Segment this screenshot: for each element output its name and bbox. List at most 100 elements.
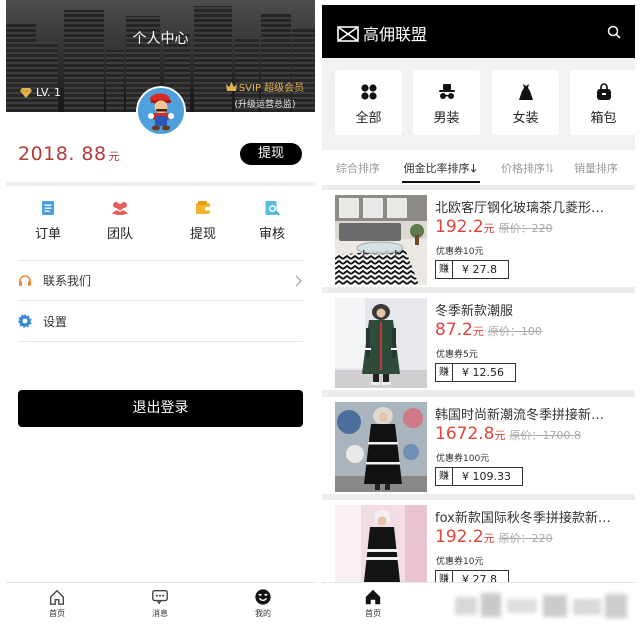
product-card[interactable]: fox新款国际秋冬季拼接款新… 192.2 元 原价：220 优惠券10元 赚 … bbox=[322, 500, 635, 582]
logout-button[interactable]: 退出登录 bbox=[18, 390, 303, 427]
vip-badge[interactable]: SVIP 超级会员 (升级运营总监) bbox=[223, 79, 307, 110]
active-tab-indicator bbox=[402, 181, 480, 183]
divider bbox=[18, 341, 303, 342]
product-card[interactable]: 北欧客厅钢化玻璃茶几菱形… 192.2 元 原价：220 优惠券10元 赚 ¥ … bbox=[322, 190, 635, 287]
balance-unit: 元 bbox=[108, 150, 120, 163]
tab-home[interactable]: 首页 bbox=[27, 588, 87, 619]
price-value: 192.2 bbox=[435, 527, 484, 547]
commission-badge: 赚 ¥ 109.33 bbox=[435, 467, 523, 486]
price-value: 87.2 bbox=[435, 320, 473, 340]
wallet-icon bbox=[196, 201, 210, 214]
commission-label: 赚 bbox=[436, 571, 453, 582]
skyline-building bbox=[64, 10, 104, 112]
commission-amount: ¥ 27.8 bbox=[462, 573, 497, 582]
product-image bbox=[335, 402, 427, 492]
menu-item-settings[interactable]: 设置 bbox=[18, 301, 303, 341]
category-womenswear[interactable]: 女装 bbox=[492, 70, 559, 135]
product-list: 北欧客厅钢化玻璃茶几菱形… 192.2 元 原价：220 优惠券10元 赚 ¥ … bbox=[322, 185, 635, 582]
tab-profile[interactable]: 我的 bbox=[233, 588, 293, 619]
shortcut-label: 审核 bbox=[258, 227, 285, 242]
app-title: 高佣联盟 bbox=[363, 25, 428, 44]
product-image bbox=[335, 298, 427, 388]
commission-badge: 赚 ¥ 27.8 bbox=[435, 260, 509, 279]
price-unit: 元 bbox=[483, 532, 495, 545]
sort-tab-label: 综合排序 bbox=[336, 162, 380, 175]
avatar[interactable] bbox=[136, 86, 186, 136]
product-title: 冬季新款潮服 bbox=[435, 304, 514, 319]
vip-title: SVIP 超级会员 bbox=[238, 83, 305, 94]
diamond-icon bbox=[20, 87, 32, 98]
menu-item-label: 联系我们 bbox=[43, 274, 92, 288]
product-price: 1672.8 元 原价：1700.8 bbox=[435, 424, 581, 444]
product-card[interactable]: 冬季新款潮服 87.2 元 原价：100 优惠券5元 赚 ¥ 12.56 bbox=[322, 293, 635, 390]
product-card[interactable]: 韩国时尚新潮流冬季拼接新… 1672.8 元 原价：1700.8 优惠券100元… bbox=[322, 397, 635, 494]
tab-home[interactable]: 首页 bbox=[343, 588, 403, 619]
profile-screen: 个人中心 LV. 1 SVIP 超级会员 (升级运营总监) 2018. 88 元… bbox=[6, 0, 315, 629]
product-price: 192.2 元 原价：220 bbox=[435, 527, 553, 547]
vip-upgrade-hint: (升级运营总监) bbox=[234, 100, 296, 110]
sort-tab-price[interactable]: 价格排序 bbox=[501, 160, 553, 176]
vip-title-row: SVIP 超级会员 bbox=[223, 79, 307, 94]
review-icon bbox=[265, 201, 280, 216]
shortcut-orders[interactable]: 订单 bbox=[18, 200, 78, 244]
price-value: 192.2 bbox=[435, 217, 484, 237]
category-bags[interactable]: 箱包 bbox=[570, 70, 635, 135]
shortcut-label: 团队 bbox=[106, 227, 133, 242]
sort-tab-overall[interactable]: 综合排序 bbox=[336, 160, 380, 176]
shortcut-label: 订单 bbox=[34, 227, 61, 242]
skyline-building bbox=[34, 42, 58, 112]
commission-amount: ¥ 109.33 bbox=[462, 470, 511, 483]
team-icon bbox=[112, 202, 128, 215]
sort-desc-icon bbox=[470, 164, 477, 173]
tab-label: 消息 bbox=[152, 609, 168, 618]
bag-icon bbox=[596, 83, 611, 100]
shortcut-label: 提现 bbox=[189, 227, 216, 242]
coupon-text: 优惠券100元 bbox=[436, 454, 490, 464]
headset-icon bbox=[19, 274, 31, 286]
menu-item-label: 设置 bbox=[43, 314, 68, 329]
original-price: 原价：220 bbox=[498, 222, 553, 235]
search-icon[interactable] bbox=[607, 25, 621, 39]
sort-tab-label: 价格排序 bbox=[501, 162, 545, 175]
product-price: 192.2 元 原价：220 bbox=[435, 217, 553, 237]
chevron-right-icon bbox=[295, 275, 302, 286]
commission-badge: 赚 ¥ 27.8 bbox=[435, 570, 509, 582]
product-image bbox=[335, 505, 427, 582]
category-label: 全部 bbox=[355, 111, 382, 126]
price-unit: 元 bbox=[483, 222, 495, 235]
commission-label: 赚 bbox=[436, 468, 453, 485]
dress-icon bbox=[518, 84, 533, 100]
balance-amount: 2018. 88 bbox=[18, 143, 107, 165]
tab-messages[interactable]: 消息 bbox=[130, 588, 190, 619]
sort-tab-label: 销量排序 bbox=[574, 162, 618, 175]
bottom-tab-bar: 首页 消息 我的 bbox=[6, 582, 315, 629]
crown-icon bbox=[225, 82, 237, 91]
app-header: 高佣联盟 bbox=[322, 5, 635, 58]
balance-display: 2018. 88 元 bbox=[18, 143, 120, 165]
coupon-text: 优惠券10元 bbox=[436, 557, 484, 567]
shortcut-team[interactable]: 团队 bbox=[90, 200, 150, 244]
commission-badge: 赚 ¥ 12.56 bbox=[435, 363, 516, 382]
menswear-icon bbox=[438, 84, 455, 99]
shortcut-review[interactable]: 审核 bbox=[242, 200, 302, 244]
category-all[interactable]: 全部 bbox=[335, 70, 402, 135]
shortcut-withdraw[interactable]: 提现 bbox=[173, 200, 233, 244]
order-icon bbox=[42, 201, 54, 215]
gear-icon bbox=[18, 314, 32, 328]
sort-tab-commission[interactable]: 佣金比率排序 bbox=[404, 160, 477, 176]
price-unit: 元 bbox=[494, 429, 506, 442]
sort-bar: 综合排序 佣金比率排序 价格排序 销量排序 bbox=[322, 150, 635, 185]
home-icon bbox=[50, 589, 64, 605]
commission-amount: ¥ 12.56 bbox=[462, 366, 504, 379]
category-menswear[interactable]: 男装 bbox=[413, 70, 480, 135]
commission-label: 赚 bbox=[436, 261, 453, 278]
tab-label: 首页 bbox=[49, 609, 65, 618]
section-divider bbox=[6, 182, 315, 186]
product-title: fox新款国际秋冬季拼接款新… bbox=[435, 511, 611, 526]
level-badge: LV. 1 bbox=[20, 86, 61, 99]
profile-icon bbox=[255, 589, 271, 605]
withdraw-button[interactable]: 提现 bbox=[240, 143, 302, 165]
sort-tab-sales[interactable]: 销量排序 bbox=[574, 160, 618, 176]
product-list-screen: 高佣联盟 全部 男装 女装 箱包 综合排序 佣金比率排序 价格排序 销量排序 北… bbox=[322, 0, 635, 629]
menu-item-contact[interactable]: 联系我们 bbox=[18, 261, 303, 300]
